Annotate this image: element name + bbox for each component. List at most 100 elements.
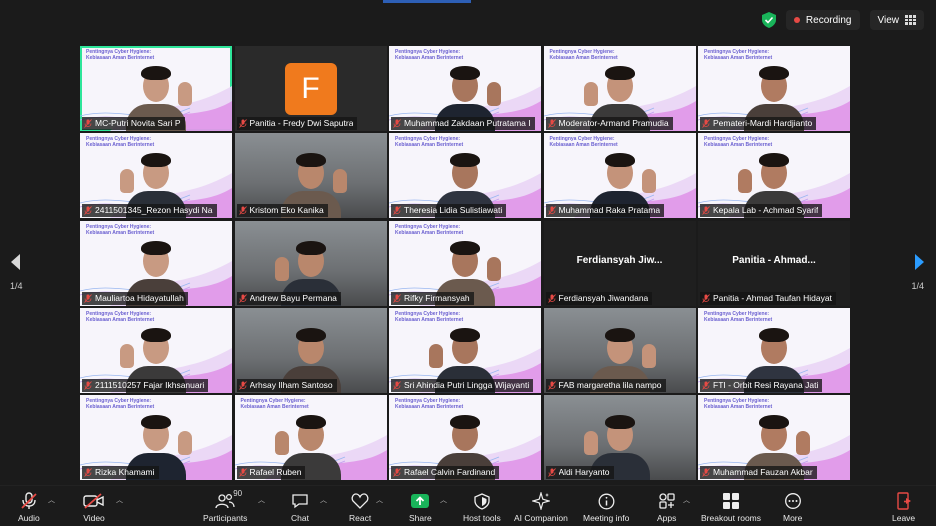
slide-title: Pentingnya Cyber Hygiene: Kebiasaan Aman … — [395, 398, 463, 410]
participant-hair — [450, 66, 480, 80]
raised-hand — [487, 82, 501, 106]
slide-title-line2: Kebiasaan Aman Berinternet — [549, 55, 618, 61]
muted-mic-icon — [547, 468, 556, 477]
leave-button[interactable]: Leave — [892, 491, 915, 523]
participant-name: Muhammad Zakdaan Putratama I — [404, 118, 531, 128]
participant-name-label: Pemateri-Mardi Hardjianto — [700, 117, 817, 130]
participant-tile[interactable]: Pentingnya Cyber Hygiene: Kebiasaan Aman … — [389, 133, 541, 219]
participant-tile[interactable]: Pentingnya Cyber Hygiene: Kebiasaan Aman … — [80, 133, 232, 219]
video-gallery: Pentingnya Cyber Hygiene: Kebiasaan Aman … — [80, 46, 850, 480]
muted-mic-icon — [702, 380, 710, 390]
participant-name: Ferdiansyah Jiwandana — [558, 292, 649, 303]
muted-mic-icon — [393, 380, 401, 390]
participant-tile[interactable]: Panitia - Ahmad... Panitia - Ahmad Taufan… — [698, 220, 850, 306]
breakout-rooms-icon — [722, 491, 740, 511]
breakout-rooms-button[interactable]: Breakout rooms — [701, 491, 761, 523]
participant-tile[interactable]: Pentingnya Cyber Hygiene: Kebiasaan Aman … — [698, 133, 850, 219]
slide-title-line2: Kebiasaan Aman Berinternet — [395, 229, 464, 236]
participant-hair — [450, 327, 480, 342]
leave-door-icon — [895, 491, 913, 511]
participant-tile[interactable]: Pentingnya Cyber Hygiene: Kebiasaan Aman … — [80, 46, 232, 131]
share-button[interactable]: Share — [409, 491, 432, 523]
slide-title-line2: Kebiasaan Aman Berinternet — [395, 404, 464, 410]
raised-hand — [332, 169, 347, 194]
participant-tile[interactable]: Arhsay Ilham Santoso — [234, 307, 387, 393]
participant-hair — [141, 66, 171, 80]
apps-options-chevron-icon[interactable]: ︿ — [683, 495, 690, 505]
more-button[interactable]: More — [783, 491, 802, 523]
participants-button[interactable]: 90 Participants — [203, 489, 248, 523]
meeting-toolbar: Audio ︿ Video ︿ 90 Participants ︿ Chat ︿… — [0, 485, 936, 526]
chat-button[interactable]: Chat — [291, 491, 309, 523]
participant-tile[interactable]: Pentingnya Cyber Hygiene: Kebiasaan Aman … — [698, 46, 850, 131]
participant-tile[interactable]: Pentingnya Cyber Hygiene: Kebiasaan Aman … — [80, 395, 232, 480]
participant-tile[interactable]: Pentingnya Cyber Hygiene: Kebiasaan Aman … — [234, 395, 387, 480]
shield-check-icon[interactable] — [761, 12, 776, 28]
view-button[interactable]: View — [869, 10, 924, 30]
participants-label: Participants — [203, 513, 248, 523]
participant-tile[interactable]: FAB margaretha lila nampo — [543, 307, 696, 393]
participant-tile[interactable]: Pentingnya Cyber Hygiene: Kebiasaan Aman … — [389, 46, 541, 131]
participant-tile[interactable]: Pentingnya Cyber Hygiene: Kebiasaan Aman … — [389, 307, 541, 393]
apps-button[interactable]: Apps — [657, 491, 676, 523]
recording-indicator[interactable]: Recording — [785, 10, 860, 30]
slide-title-line2: Kebiasaan Aman Berinternet — [86, 142, 155, 149]
participant-name: Andrew Bayu Permana — [249, 292, 337, 303]
recording-label: Recording — [805, 14, 852, 26]
participant-tile[interactable]: Aldi Haryanto — [543, 395, 696, 480]
participant-tile[interactable]: Pentingnya Cyber Hygiene: Kebiasaan Aman … — [389, 220, 541, 306]
participant-tile[interactable]: Pentingnya Cyber Hygiene: Kebiasaan Aman … — [80, 220, 232, 306]
participant-hair — [295, 327, 326, 342]
apps-label: Apps — [657, 513, 677, 523]
participant-tile[interactable]: Pentingnya Cyber Hygiene: Kebiasaan Aman … — [389, 395, 541, 480]
leave-label: Leave — [892, 513, 916, 523]
meeting-info-label: Meeting info — [583, 513, 630, 523]
participant-tile[interactable]: Pentingnya Cyber Hygiene: Kebiasaan Aman … — [698, 395, 850, 480]
participant-tile[interactable]: Andrew Bayu Permana — [234, 220, 387, 306]
participant-tile[interactable]: Pentingnya Cyber Hygiene: Kebiasaan Aman … — [543, 46, 696, 131]
participant-tile[interactable]: Ferdiansyah Jiw... Ferdiansyah Jiwandana — [543, 220, 696, 306]
ai-companion-button[interactable]: AI Companion — [514, 491, 568, 523]
chat-label: Chat — [291, 513, 309, 523]
view-label: View — [877, 14, 900, 26]
participant-name-label: Arhsay Ilham Santoso — [236, 378, 337, 392]
avatar: F — [284, 63, 337, 115]
host-tools-button[interactable]: Host tools — [463, 491, 501, 523]
slide-title-line1: Pentingnya Cyber Hygiene: — [86, 223, 152, 230]
participant-tile[interactable]: Kristom Eko Kanika — [234, 133, 387, 219]
muted-mic-icon — [547, 293, 556, 303]
participant-hair — [759, 415, 789, 429]
chat-options-chevron-icon[interactable]: ︿ — [320, 495, 327, 505]
video-button[interactable]: Video — [83, 491, 105, 523]
slide-title-line2: Kebiasaan Aman Berinternet — [704, 142, 773, 149]
react-button[interactable]: React — [349, 491, 371, 523]
meeting-info-button[interactable]: Meeting info — [583, 491, 629, 523]
slide-title: Pentingnya Cyber Hygiene: Kebiasaan Aman … — [704, 49, 772, 61]
avatar-letter: F — [301, 72, 320, 105]
slide-title: Pentingnya Cyber Hygiene: Kebiasaan Aman … — [395, 49, 463, 61]
recording-dot-icon — [793, 17, 800, 23]
share-options-chevron-icon[interactable]: ︿ — [440, 495, 447, 505]
participant-tile[interactable]: Pentingnya Cyber Hygiene: Kebiasaan Aman … — [698, 307, 850, 393]
participant-tile[interactable]: Pentingnya Cyber Hygiene: Kebiasaan Aman … — [80, 307, 232, 393]
video-off-icon — [83, 491, 105, 511]
react-options-chevron-icon[interactable]: ︿ — [376, 495, 383, 505]
participant-name-label: FAB margaretha lila nampo — [545, 378, 666, 392]
more-dots-icon — [784, 491, 802, 511]
participant-name-label: Muhammad Fauzan Akbar — [700, 466, 817, 479]
participant-tile[interactable]: Pentingnya Cyber Hygiene: Kebiasaan Aman … — [543, 133, 696, 219]
participant-hair — [604, 66, 635, 80]
audio-button[interactable]: Audio — [18, 491, 40, 523]
audio-options-chevron-icon[interactable]: ︿ — [48, 495, 55, 505]
participant-name: FTI - Orbit Resi Rayana Jati — [713, 379, 819, 390]
participants-options-chevron-icon[interactable]: ︿ — [258, 495, 265, 505]
muted-mic-icon — [393, 119, 401, 128]
slide-title: Pentingnya Cyber Hygiene: Kebiasaan Aman … — [395, 311, 463, 323]
muted-microphone-icon — [20, 491, 38, 511]
participant-tile[interactable]: F Panitia - Fredy Dwi Saputra — [234, 46, 387, 131]
video-options-chevron-icon[interactable]: ︿ — [116, 495, 123, 505]
participant-hair — [759, 327, 789, 342]
page-indicator-right: 1/4 — [911, 281, 924, 291]
info-icon — [598, 491, 615, 511]
muted-mic-icon — [84, 380, 92, 390]
